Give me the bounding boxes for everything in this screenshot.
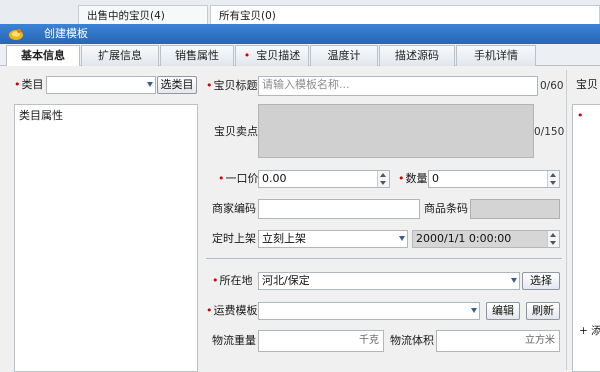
section-divider: [206, 258, 562, 259]
location-select-value: 河北/保定: [262, 274, 310, 287]
app-logo-icon: [9, 29, 23, 40]
tab-thermometer[interactable]: 温度计: [310, 45, 378, 66]
refresh-shipping-button[interactable]: 刷新: [526, 302, 560, 320]
merchant-code-input[interactable]: [258, 199, 420, 219]
category-select[interactable]: [46, 76, 156, 94]
tab-on-sale-items[interactable]: 出售中的宝贝(4): [78, 5, 208, 25]
spin-up-icon: [550, 233, 556, 237]
add-link[interactable]: + 添: [579, 323, 600, 338]
tab-sales-attributes[interactable]: 销售属性: [160, 45, 234, 66]
shipping-template-label-text: 运费模板: [213, 304, 258, 317]
schedule-select[interactable]: 立刻上架: [258, 230, 408, 248]
item-title-label: •宝贝标题: [206, 78, 258, 94]
required-marker: •: [243, 49, 251, 62]
quantity-value: 0: [432, 172, 439, 185]
column-divider: [566, 70, 567, 370]
price-label-text: 一口价: [225, 172, 259, 185]
edit-shipping-button[interactable]: 编辑: [486, 302, 520, 320]
schedule-datetime-spin: [547, 231, 559, 247]
spin-up-icon: [550, 173, 556, 177]
category-attributes-panel: 类目属性: [14, 104, 198, 372]
category-attributes-title: 类目属性: [19, 109, 63, 122]
right-panel-header: 宝贝: [576, 78, 598, 91]
right-side-panel: • + 添: [572, 104, 600, 372]
schedule-select-value: 立刻上架: [262, 232, 306, 245]
item-title-counter: 0/60: [540, 80, 564, 92]
schedule-datetime-value: 2000/1/1 0:00:00: [416, 232, 512, 245]
required-marker: •: [212, 274, 219, 287]
required-marker: •: [398, 172, 405, 185]
category-label-text: 类目: [21, 78, 44, 91]
selling-points-textarea[interactable]: [258, 104, 534, 158]
tab-description-source[interactable]: 描述源码: [379, 45, 455, 66]
price-stepper[interactable]: 0.00: [258, 170, 390, 188]
required-marker: •: [206, 304, 213, 317]
location-label-text: 所在地: [219, 274, 253, 287]
spin-up-icon: [380, 173, 386, 177]
logistics-volume-input[interactable]: 立方米: [436, 330, 560, 352]
weight-unit: 千克: [359, 335, 379, 346]
merchant-code-label: 商家编码: [212, 202, 256, 215]
volume-unit: 立方米: [525, 335, 555, 346]
chevron-down-icon: [147, 82, 153, 87]
select-category-button[interactable]: 选类目: [157, 76, 197, 94]
price-spin-buttons[interactable]: [377, 171, 389, 187]
chevron-down-icon: [511, 278, 517, 283]
basic-info-content: •类目 选类目 类目属性 •宝贝标题 请输入模板名称... 0/60 宝贝卖点 …: [0, 66, 600, 372]
quantity-label-text: 数量: [405, 172, 428, 185]
tab-mobile-details[interactable]: 手机详情: [456, 45, 536, 66]
quantity-stepper[interactable]: 0: [428, 170, 560, 188]
selling-points-counter: 0/150: [534, 126, 565, 138]
required-marker: •: [577, 109, 584, 122]
chevron-down-icon: [399, 236, 405, 241]
price-value: 0.00: [262, 172, 287, 185]
schedule-label: 定时上架: [212, 232, 256, 245]
price-label: •一口价: [218, 171, 259, 187]
item-title-input[interactable]: 请输入模板名称...: [258, 76, 538, 96]
logistics-weight-input[interactable]: 千克: [258, 330, 384, 352]
shipping-template-select[interactable]: [258, 302, 480, 320]
barcode-label: 商品条码: [424, 202, 468, 215]
required-marker: •: [218, 172, 225, 185]
required-marker: •: [206, 79, 213, 92]
tab-bar: 基本信息 扩展信息 销售属性 • 宝贝描述 温度计 描述源码 手机详情: [0, 44, 600, 67]
location-select[interactable]: 河北/保定: [258, 272, 520, 290]
item-title-label-text: 宝贝标题: [213, 79, 258, 92]
dialog-titlebar: 创建模板: [0, 24, 600, 44]
dialog-title: 创建模板: [44, 27, 88, 40]
tab-all-items[interactable]: 所有宝贝(0): [210, 5, 600, 25]
barcode-input[interactable]: [470, 199, 560, 219]
quantity-label: •数量: [398, 171, 428, 187]
quantity-spin-buttons[interactable]: [547, 171, 559, 187]
choose-location-button[interactable]: 选择: [522, 272, 560, 290]
tab-basic-info[interactable]: 基本信息: [6, 45, 80, 67]
selling-points-label: 宝贝卖点: [214, 125, 258, 138]
schedule-datetime-input[interactable]: 2000/1/1 0:00:00: [412, 230, 560, 248]
category-label: •类目: [14, 77, 44, 93]
logistics-weight-label: 物流重量: [212, 334, 256, 347]
tab-item-description-label: 宝贝描述: [256, 49, 301, 62]
tab-item-description[interactable]: • 宝贝描述: [235, 45, 309, 66]
background-app-strip: 出售中的宝贝(4) 所有宝贝(0): [0, 0, 600, 26]
logistics-volume-label: 物流体积: [390, 334, 434, 347]
location-label: •所在地: [212, 273, 253, 289]
spin-down-icon: [550, 241, 556, 245]
shipping-template-label: •运费模板: [206, 303, 258, 319]
tab-extended-info[interactable]: 扩展信息: [81, 45, 159, 66]
chevron-down-icon: [471, 308, 477, 313]
required-marker: •: [14, 78, 21, 91]
spin-down-icon: [380, 181, 386, 185]
spin-down-icon: [550, 181, 556, 185]
